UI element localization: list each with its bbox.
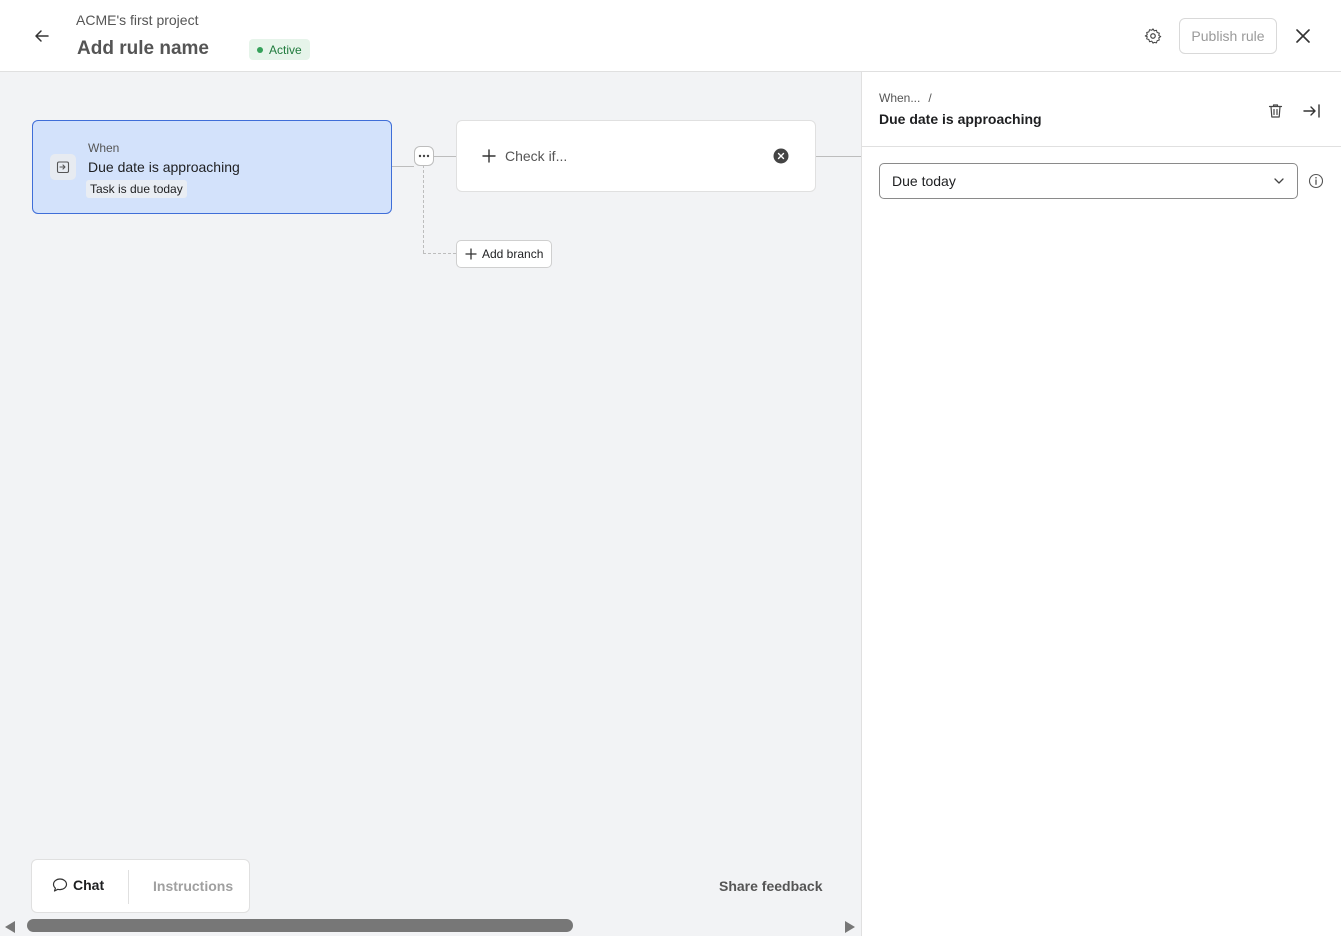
assistant-tabs: Chat Instructions <box>31 859 250 913</box>
trigger-label: When <box>88 141 120 155</box>
instructions-tab[interactable]: Instructions <box>153 878 233 894</box>
chat-tab[interactable]: Chat <box>52 877 104 893</box>
chat-bubble-icon <box>52 878 68 892</box>
top-header: ACME's first project Add rule name Activ… <box>0 0 1341 72</box>
plus-icon <box>482 149 496 163</box>
breadcrumb-separator: / <box>928 91 932 105</box>
gear-icon[interactable] <box>1140 23 1166 49</box>
calendar-arrow-icon <box>50 154 76 180</box>
trigger-title: Due date is approaching <box>88 159 240 175</box>
panel-header: When... / Due date is approaching <box>862 72 1341 147</box>
tab-divider <box>128 870 129 904</box>
rule-name-title[interactable]: Add rule name <box>77 38 209 60</box>
connector-line <box>816 156 861 157</box>
collapse-panel-icon[interactable] <box>1301 100 1323 122</box>
status-dot-icon <box>257 46 263 53</box>
scroll-left-arrow-icon[interactable] <box>5 921 15 933</box>
condition-placeholder: Check if... <box>505 148 568 164</box>
add-branch-label: Add branch <box>482 247 544 261</box>
chevron-down-icon <box>1274 178 1284 184</box>
branch-connector-line <box>423 165 424 253</box>
more-options-icon[interactable] <box>414 146 434 166</box>
trash-icon[interactable] <box>1264 100 1286 122</box>
due-date-select[interactable]: Due today <box>879 163 1298 199</box>
close-icon[interactable] <box>1290 23 1316 49</box>
panel-title: Due date is approaching <box>879 111 1042 127</box>
scrollbar-thumb[interactable] <box>27 919 573 932</box>
branch-connector-line <box>423 253 456 254</box>
trigger-chip: Task is due today <box>86 180 187 198</box>
back-arrow-icon[interactable] <box>28 22 56 50</box>
project-name: ACME's first project <box>76 12 199 28</box>
breadcrumb-item[interactable]: When... <box>879 91 920 105</box>
info-icon[interactable] <box>1308 173 1324 189</box>
add-branch-button[interactable]: Add branch <box>456 240 553 268</box>
trigger-card[interactable]: When Due date is approaching Task is due… <box>32 120 392 214</box>
horizontal-scrollbar[interactable] <box>0 915 861 936</box>
status-label: Active <box>269 42 302 57</box>
status-badge: Active <box>249 39 310 60</box>
plus-icon <box>465 248 477 260</box>
breadcrumb: When... / <box>879 91 932 105</box>
details-panel: When... / Due date is approaching Due tod… <box>861 72 1341 936</box>
publish-rule-button[interactable]: Publish rule <box>1179 18 1277 54</box>
due-date-select-value: Due today <box>892 173 956 189</box>
rule-canvas[interactable]: When Due date is approaching Task is due… <box>0 72 861 936</box>
connector-line <box>434 156 456 157</box>
connector-line <box>392 166 414 167</box>
condition-card[interactable]: Check if... <box>456 120 816 192</box>
scroll-right-arrow-icon[interactable] <box>845 921 855 933</box>
share-feedback-link[interactable]: Share feedback <box>719 878 823 894</box>
remove-condition-icon[interactable] <box>773 148 789 164</box>
chat-label: Chat <box>73 877 105 893</box>
